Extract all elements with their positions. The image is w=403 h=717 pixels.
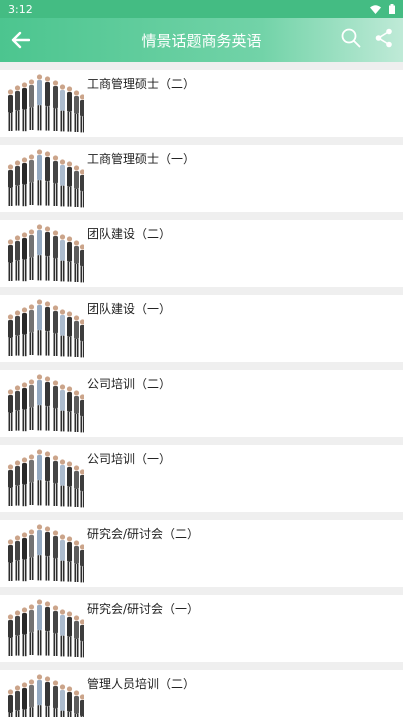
back-button[interactable] [0, 18, 40, 62]
list-item[interactable]: 研究会/研讨会（二） [0, 520, 403, 587]
app-bar: 情景话题商务英语 [0, 18, 403, 62]
topic-title: 研究会/研讨会（二） [87, 527, 200, 541]
topic-title: 工商管理硕士（一） [87, 152, 196, 166]
topic-title: 管理人员培训（二） [87, 677, 196, 691]
list-item[interactable]: 团队建设（二） [0, 220, 403, 287]
topic-thumbnail [2, 445, 84, 512]
topic-thumbnail [2, 70, 84, 137]
share-icon [375, 28, 392, 48]
list-item[interactable]: 公司培训（二） [0, 370, 403, 437]
list-item[interactable]: 公司培训（一） [0, 445, 403, 512]
topic-thumbnail [2, 295, 84, 362]
back-arrow-icon [11, 31, 30, 49]
topic-thumbnail [2, 670, 84, 717]
list-item[interactable]: 研究会/研讨会（一） [0, 595, 403, 662]
list-item[interactable]: 工商管理硕士（二） [0, 70, 403, 137]
search-button[interactable] [341, 28, 361, 52]
topic-thumbnail [2, 595, 84, 662]
topic-title: 团队建设（二） [87, 227, 172, 241]
battery-icon [389, 4, 395, 14]
list-item[interactable]: 工商管理硕士（一） [0, 145, 403, 212]
list-item[interactable]: 团队建设（一） [0, 295, 403, 362]
wifi-icon [370, 4, 381, 14]
topic-title: 团队建设（一） [87, 302, 172, 316]
search-icon [341, 28, 361, 48]
list-item[interactable]: 管理人员培训（二） [0, 670, 403, 717]
topic-list: 工商管理硕士（二） 工商管理硕士（一） 团队建设（二） 团队建设（一） 公司培训… [0, 70, 403, 717]
status-time: 3:12 [8, 2, 33, 16]
topic-thumbnail [2, 370, 84, 437]
topic-title: 公司培训（二） [87, 377, 172, 391]
topic-thumbnail [2, 145, 84, 212]
status-icons [370, 4, 395, 14]
status-bar: 3:12 [0, 0, 403, 18]
topic-title: 研究会/研讨会（一） [87, 602, 200, 616]
topic-thumbnail [2, 520, 84, 587]
topic-title: 工商管理硕士（二） [87, 77, 196, 91]
share-button[interactable] [375, 28, 393, 52]
topic-thumbnail [2, 220, 84, 287]
topic-title: 公司培训（一） [87, 452, 172, 466]
